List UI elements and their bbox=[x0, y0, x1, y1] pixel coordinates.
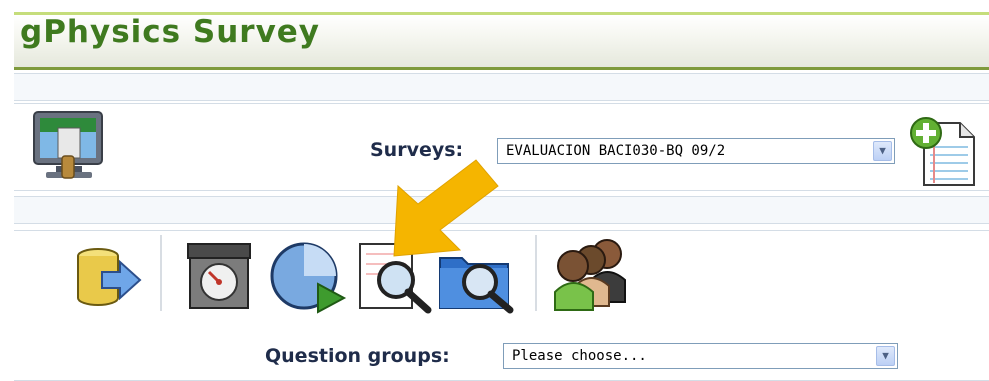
toolbar-separator bbox=[535, 235, 537, 311]
question-groups-label: Question groups: bbox=[265, 345, 450, 367]
users-group-icon[interactable] bbox=[551, 236, 631, 312]
question-groups-select[interactable]: Please choose... ▼ bbox=[503, 343, 898, 369]
toolbar-separator bbox=[160, 235, 162, 311]
chevron-down-icon[interactable]: ▼ bbox=[876, 346, 895, 366]
surveys-select-value: EVALUACION BACI030-BQ 09/2 bbox=[506, 143, 726, 159]
yellow-arrow-icon bbox=[382, 156, 502, 260]
app-title: gPhysics Survey bbox=[20, 14, 321, 50]
timer-icon[interactable] bbox=[184, 240, 254, 312]
toolbar-spacer bbox=[14, 73, 989, 101]
screen-brush-icon[interactable] bbox=[32, 110, 106, 184]
surveys-select[interactable]: EVALUACION BACI030-BQ 09/2 ▼ bbox=[497, 138, 895, 164]
chevron-down-icon[interactable]: ▼ bbox=[873, 141, 892, 161]
activate-play-icon[interactable] bbox=[268, 238, 348, 314]
database-export-icon[interactable] bbox=[72, 246, 144, 310]
question-groups-select-value: Please choose... bbox=[512, 348, 647, 364]
add-document-icon[interactable] bbox=[906, 115, 978, 187]
